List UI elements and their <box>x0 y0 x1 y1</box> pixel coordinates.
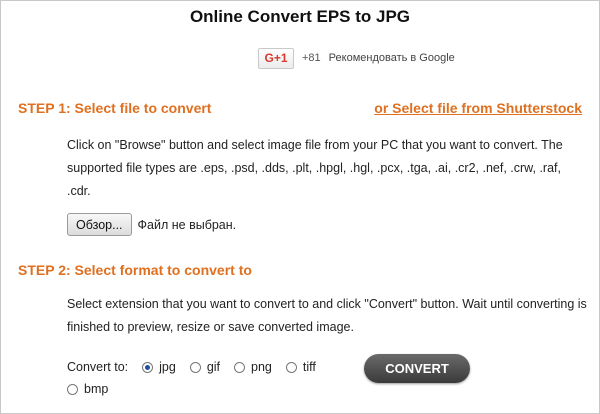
shutterstock-link[interactable]: or Select file from Shutterstock <box>374 100 582 116</box>
step2-description: Select extension that you want to conver… <box>67 297 587 334</box>
radio-png[interactable] <box>234 361 246 373</box>
file-status: Файл не выбран. <box>137 217 237 232</box>
page-title: Online Convert EPS to JPG <box>189 7 411 26</box>
radio-tiff[interactable] <box>285 361 297 373</box>
format-option-jpg[interactable]: jpg <box>142 360 176 374</box>
format-selector: Convert to: jpg gif png tiff <box>67 360 330 374</box>
step1-heading: STEP 1: Select file to convert <box>18 100 212 116</box>
browse-button[interactable]: Обзор... <box>67 213 132 236</box>
step2-heading: STEP 2: Select format to convert to <box>18 262 252 278</box>
format-label-gif: gif <box>206 360 221 374</box>
format-label-tiff: tiff <box>302 360 316 374</box>
format-option-bmp[interactable]: bmp <box>67 382 108 396</box>
step1-description: Click on "Browse" button and select imag… <box>67 138 563 198</box>
page: Online Convert EPS to JPG G+1 +81 Рекоме… <box>0 0 600 414</box>
format-option-tiff[interactable]: tiff <box>285 360 316 374</box>
google-plus-widget: G+1 +81 Рекомендовать в Google <box>258 47 455 69</box>
format-option-gif[interactable]: gif <box>189 360 221 374</box>
format-label-jpg: jpg <box>159 360 176 374</box>
format-label-bmp: bmp <box>84 382 109 396</box>
convert-to-label: Convert to: <box>67 360 129 374</box>
file-input-row: Обзор... Файл не выбран. <box>67 213 236 236</box>
format-option-bmp-row: bmp <box>67 382 122 396</box>
format-label-png: png <box>251 360 272 374</box>
format-option-png[interactable]: png <box>234 360 272 374</box>
google-plus-count: +81 <box>302 52 321 64</box>
convert-button[interactable]: CONVERT <box>364 354 470 383</box>
radio-bmp[interactable] <box>67 383 78 395</box>
google-plus-text: Рекомендовать в Google <box>328 52 455 64</box>
radio-jpg[interactable] <box>142 361 154 373</box>
google-plus-button[interactable]: G+1 <box>258 47 294 69</box>
radio-gif[interactable] <box>189 361 201 373</box>
